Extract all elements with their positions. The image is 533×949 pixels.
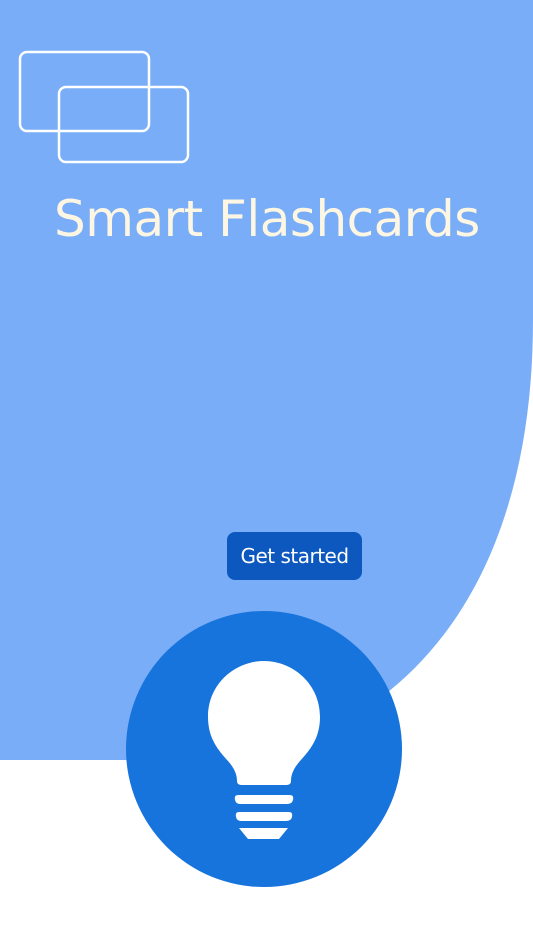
feature-circle xyxy=(126,611,402,887)
lightbulb-icon xyxy=(208,661,320,839)
app-title: Smart Flashcards xyxy=(54,190,480,248)
flashcards-icon xyxy=(18,50,190,164)
get-started-button[interactable]: Get started xyxy=(227,532,362,580)
welcome-screen: Smart Flashcards Get started xyxy=(0,0,533,949)
